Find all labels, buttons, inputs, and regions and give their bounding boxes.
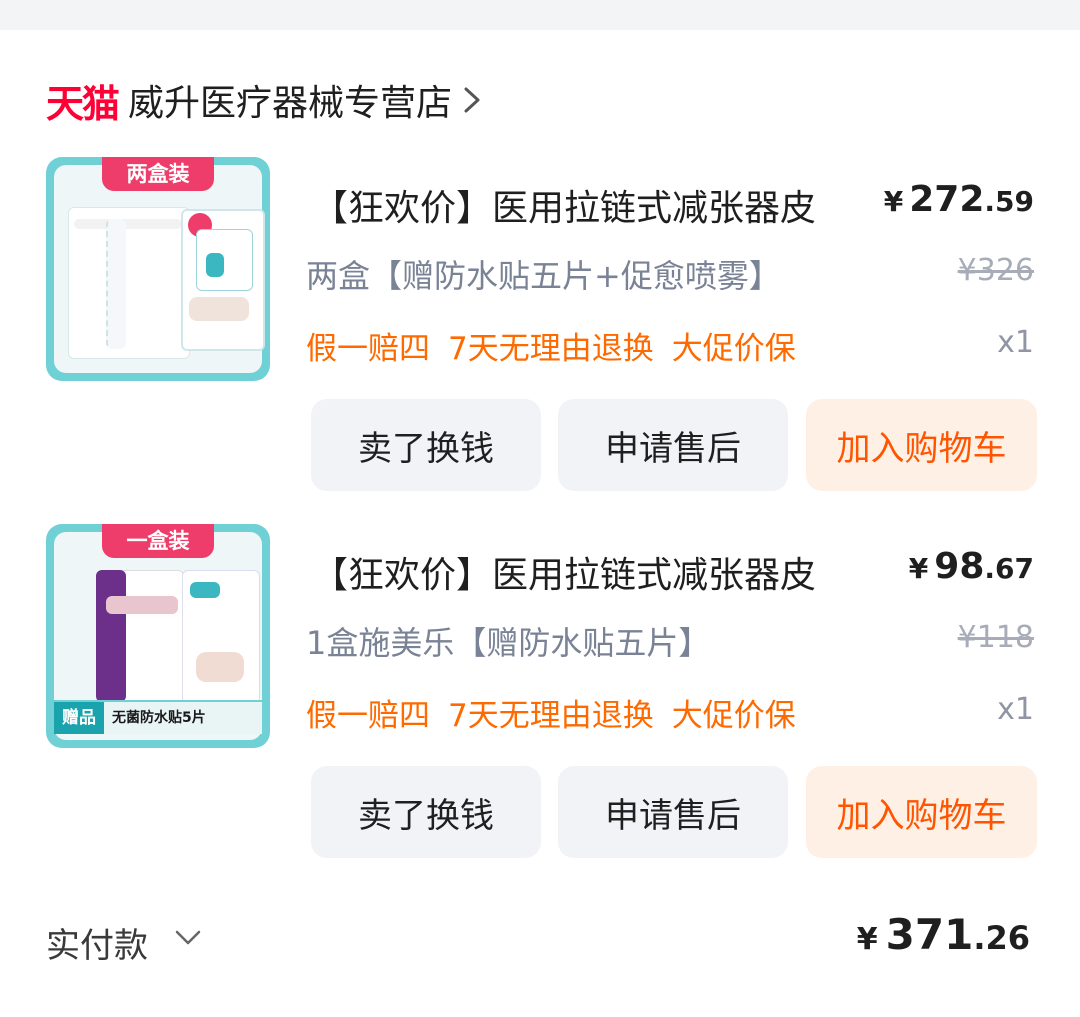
product-thumbnail[interactable]: 两盒装 <box>46 157 270 381</box>
after-sale-button[interactable]: 申请售后 <box>558 766 788 858</box>
currency-symbol: ¥ <box>908 552 929 585</box>
price-integer: 272 <box>909 179 985 220</box>
gift-text: 无菌防水贴5片 <box>112 710 206 726</box>
tmall-logo: 天猫 <box>46 81 120 126</box>
total-integer: 371 <box>885 910 974 959</box>
package-tag: 两盒装 <box>102 157 214 191</box>
package-tag: 一盒装 <box>102 524 214 558</box>
payment-total-row: 实付款 ¥371.26 <box>46 910 1030 966</box>
sell-button[interactable]: 卖了换钱 <box>311 766 541 858</box>
quantity: x1 <box>997 692 1034 727</box>
original-price: ¥118 <box>957 620 1034 655</box>
original-price: ¥326 <box>957 253 1034 288</box>
product-variant: 1盒施美乐【赠防水贴五片】 <box>306 624 711 662</box>
order-item: 一盒装 赠品 无菌防水贴5片 【狂欢价】医用拉链式减张器皮 ¥98.67 1盒施… <box>0 524 1080 864</box>
badge-price-protect: 大促价保 <box>671 331 796 367</box>
add-to-cart-button[interactable]: 加入购物车 <box>806 399 1037 491</box>
shop-header[interactable]: 天猫 威升医疗器械专营店 <box>46 72 482 128</box>
after-sale-button[interactable]: 申请售后 <box>558 399 788 491</box>
price-integer: 98 <box>934 546 985 587</box>
badge-fake-compensation: 假一赔四 <box>306 331 430 367</box>
product-thumbnail[interactable]: 一盒装 赠品 无菌防水贴5片 <box>46 524 270 748</box>
paid-amount-label[interactable]: 实付款 <box>46 918 148 967</box>
chevron-down-icon[interactable] <box>174 928 202 948</box>
quantity: x1 <box>997 325 1034 360</box>
price-decimal: .67 <box>984 552 1034 585</box>
order-item: 两盒装 【狂欢价】医用拉链式减张器皮 ¥272.59 两盒【赠防水贴五片+促愈喷… <box>0 157 1080 497</box>
badge-fake-compensation: 假一赔四 <box>306 698 430 734</box>
sell-button[interactable]: 卖了换钱 <box>311 399 541 491</box>
service-badges: 假一赔四 7天无理由退换 大促价保 <box>306 690 814 735</box>
total-decimal: .26 <box>973 919 1030 957</box>
product-title[interactable]: 【狂欢价】医用拉链式减张器皮 <box>312 546 816 598</box>
total-price: ¥371.26 <box>857 910 1030 959</box>
product-title[interactable]: 【狂欢价】医用拉链式减张器皮 <box>312 179 816 231</box>
service-badges: 假一赔四 7天无理由退换 大促价保 <box>306 323 814 368</box>
currency-symbol: ¥ <box>883 185 904 218</box>
price-decimal: .59 <box>984 185 1034 218</box>
badge-7day-return: 7天无理由退换 <box>448 698 654 734</box>
gift-badge: 赠品 <box>54 702 104 734</box>
top-divider <box>0 0 1080 30</box>
badge-7day-return: 7天无理由退换 <box>448 331 654 367</box>
package-image <box>68 207 190 359</box>
gift-strip: 赠品 无菌防水贴5片 <box>54 700 262 734</box>
shop-name[interactable]: 威升医疗器械专营店 <box>128 74 452 126</box>
item-price: ¥272.59 <box>884 179 1034 220</box>
add-to-cart-button[interactable]: 加入购物车 <box>806 766 1037 858</box>
item-price: ¥98.67 <box>909 546 1034 587</box>
product-variant: 两盒【赠防水贴五片+促愈喷雾】 <box>306 257 781 295</box>
chevron-right-icon[interactable] <box>462 85 482 115</box>
currency-symbol: ¥ <box>856 922 878 957</box>
badge-price-protect: 大促价保 <box>671 698 796 734</box>
